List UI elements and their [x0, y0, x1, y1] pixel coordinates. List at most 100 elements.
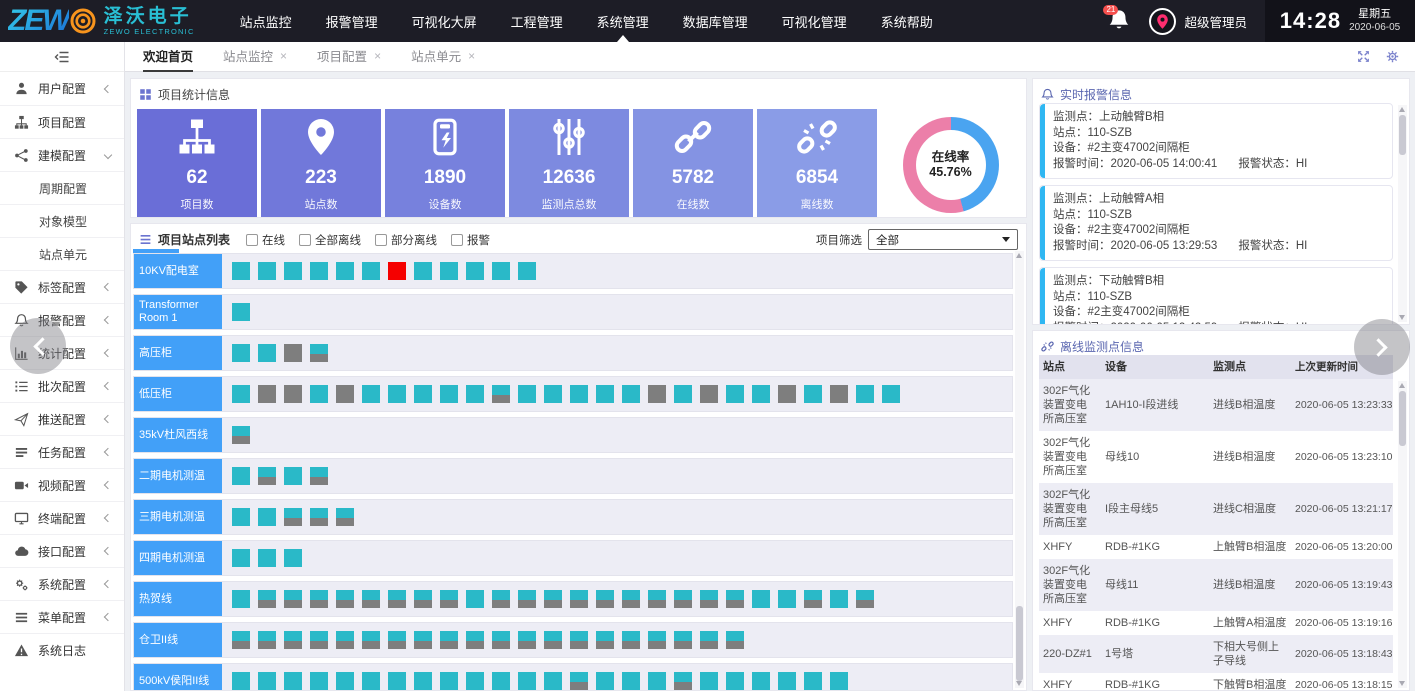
site-status-square[interactable] — [232, 344, 250, 362]
site-status-square[interactable] — [492, 385, 510, 403]
site-status-square[interactable] — [544, 631, 562, 649]
site-row-label[interactable]: 低压柜 — [134, 377, 222, 411]
site-status-square[interactable] — [648, 672, 666, 690]
site-status-square[interactable] — [518, 631, 536, 649]
site-status-square[interactable] — [336, 385, 354, 403]
site-status-square[interactable] — [258, 631, 276, 649]
site-status-square[interactable] — [232, 385, 250, 403]
site-status-square[interactable] — [232, 549, 250, 567]
site-status-square[interactable] — [388, 631, 406, 649]
site-status-square[interactable] — [284, 385, 302, 403]
site-status-square[interactable] — [284, 549, 302, 567]
site-status-square[interactable] — [388, 262, 406, 280]
offline-table-scrollbar[interactable] — [1398, 381, 1407, 688]
site-status-square[interactable] — [518, 672, 536, 690]
alarm-card[interactable]: 监测点：上动触臂A相 站点：110-SZB设备：#2主变47002间隔柜 报警时… — [1039, 185, 1393, 261]
site-status-square[interactable] — [232, 303, 250, 321]
site-row-label[interactable]: 二期电机测温 — [134, 459, 222, 493]
sidebar-item-14[interactable]: 系统日志 — [0, 633, 124, 666]
fullscreen-icon[interactable] — [1357, 50, 1370, 63]
site-status-square[interactable] — [804, 672, 822, 690]
site-status-square[interactable] — [752, 385, 770, 403]
site-status-square[interactable] — [804, 590, 822, 608]
offline-table-row[interactable]: XHFY RDB-#1KG 下触臂B相温度 2020-06-05 13:18:1… — [1039, 673, 1393, 690]
site-status-square[interactable] — [570, 672, 588, 690]
offline-table-row[interactable]: 302F气化装置变电所高压室 I段主母线5 进线C相温度 2020-06-05 … — [1039, 483, 1393, 535]
project-filter-select[interactable]: 全部 — [868, 229, 1018, 250]
sidebar-item-12[interactable]: 系统配置 — [0, 567, 124, 600]
site-status-square[interactable] — [362, 262, 380, 280]
site-status-square[interactable] — [648, 590, 666, 608]
site-status-square[interactable] — [622, 385, 640, 403]
site-row-label[interactable]: 500kV侯阳II线 — [134, 664, 222, 690]
tab-close-icon[interactable]: × — [280, 49, 287, 63]
sidebar-item-2[interactable]: 建模配置 — [0, 138, 124, 171]
site-status-square[interactable] — [336, 672, 354, 690]
sidebar-item-3[interactable]: 标签配置 — [0, 270, 124, 303]
site-status-square[interactable] — [258, 467, 276, 485]
site-status-square[interactable] — [336, 508, 354, 526]
tab-3[interactable]: 站点单元× — [411, 42, 475, 72]
site-status-square[interactable] — [232, 508, 250, 526]
nav-item-7[interactable]: 系统帮助 — [864, 0, 950, 42]
site-status-square[interactable] — [466, 262, 484, 280]
site-status-square[interactable] — [258, 590, 276, 608]
stat-card-0[interactable]: 62 项目数 — [137, 109, 257, 218]
site-row-label[interactable]: 热贺线 — [134, 582, 222, 616]
site-status-square[interactable] — [310, 344, 328, 362]
site-status-square[interactable] — [700, 631, 718, 649]
offline-table-row[interactable]: 302F气化装置变电所高压室 母线10 进线B相温度 2020-06-05 13… — [1039, 431, 1393, 483]
site-status-square[interactable] — [414, 631, 432, 649]
site-status-square[interactable] — [440, 262, 458, 280]
stat-card-5[interactable]: 6854 离线数 — [757, 109, 877, 218]
site-status-square[interactable] — [232, 262, 250, 280]
site-status-square[interactable] — [258, 672, 276, 690]
site-status-square[interactable] — [362, 631, 380, 649]
site-status-square[interactable] — [700, 672, 718, 690]
site-status-square[interactable] — [414, 385, 432, 403]
tab-close-icon[interactable]: × — [468, 49, 475, 63]
nav-item-4[interactable]: 系统管理 — [580, 0, 666, 42]
user-avatar[interactable] — [1149, 8, 1176, 35]
filter-checkbox-2[interactable]: 部分离线 — [375, 232, 437, 248]
site-status-square[interactable] — [414, 590, 432, 608]
nav-item-0[interactable]: 站点监控 — [223, 0, 309, 42]
site-status-square[interactable] — [258, 508, 276, 526]
site-status-square[interactable] — [284, 262, 302, 280]
site-status-square[interactable] — [752, 672, 770, 690]
site-status-square[interactable] — [258, 262, 276, 280]
site-status-square[interactable] — [258, 344, 276, 362]
site-status-square[interactable] — [310, 631, 328, 649]
site-status-square[interactable] — [466, 385, 484, 403]
nav-item-5[interactable]: 数据库管理 — [666, 0, 765, 42]
site-status-square[interactable] — [232, 631, 250, 649]
checkbox-icon[interactable] — [246, 234, 258, 246]
site-status-square[interactable] — [622, 590, 640, 608]
site-status-square[interactable] — [622, 631, 640, 649]
offline-table-row[interactable]: XHFY RDB-#1KG 上触臂B相温度 2020-06-05 13:20:0… — [1039, 535, 1393, 559]
site-status-square[interactable] — [726, 631, 744, 649]
offline-table-row[interactable]: 302F气化装置变电所高压室 母线11 进线B相温度 2020-06-05 13… — [1039, 559, 1393, 611]
site-status-square[interactable] — [232, 467, 250, 485]
sidebar-collapse-button[interactable] — [0, 42, 124, 72]
site-status-square[interactable] — [570, 631, 588, 649]
sidebar-subitem[interactable]: 对象模型 — [0, 204, 124, 237]
settings-gear-icon[interactable] — [1386, 50, 1399, 63]
site-row-label[interactable]: 仓卫II线 — [134, 623, 222, 657]
site-status-square[interactable] — [882, 385, 900, 403]
site-status-square[interactable] — [284, 590, 302, 608]
site-status-square[interactable] — [622, 672, 640, 690]
site-status-square[interactable] — [466, 631, 484, 649]
site-status-square[interactable] — [362, 672, 380, 690]
site-status-square[interactable] — [804, 385, 822, 403]
site-status-square[interactable] — [440, 590, 458, 608]
tab-1[interactable]: 站点监控× — [223, 42, 287, 72]
filter-checkbox-3[interactable]: 报警 — [451, 232, 490, 248]
user-name[interactable]: 超级管理员 — [1184, 12, 1247, 31]
site-status-square[interactable] — [648, 631, 666, 649]
offline-table-row[interactable]: 220-DZ#1 1号塔 下相大号侧上子导线 2020-06-05 13:18:… — [1039, 635, 1393, 673]
sidebar-item-6[interactable]: 批次配置 — [0, 369, 124, 402]
site-status-square[interactable] — [830, 672, 848, 690]
sidebar-item-0[interactable]: 用户配置 — [0, 72, 124, 105]
site-status-square[interactable] — [362, 590, 380, 608]
